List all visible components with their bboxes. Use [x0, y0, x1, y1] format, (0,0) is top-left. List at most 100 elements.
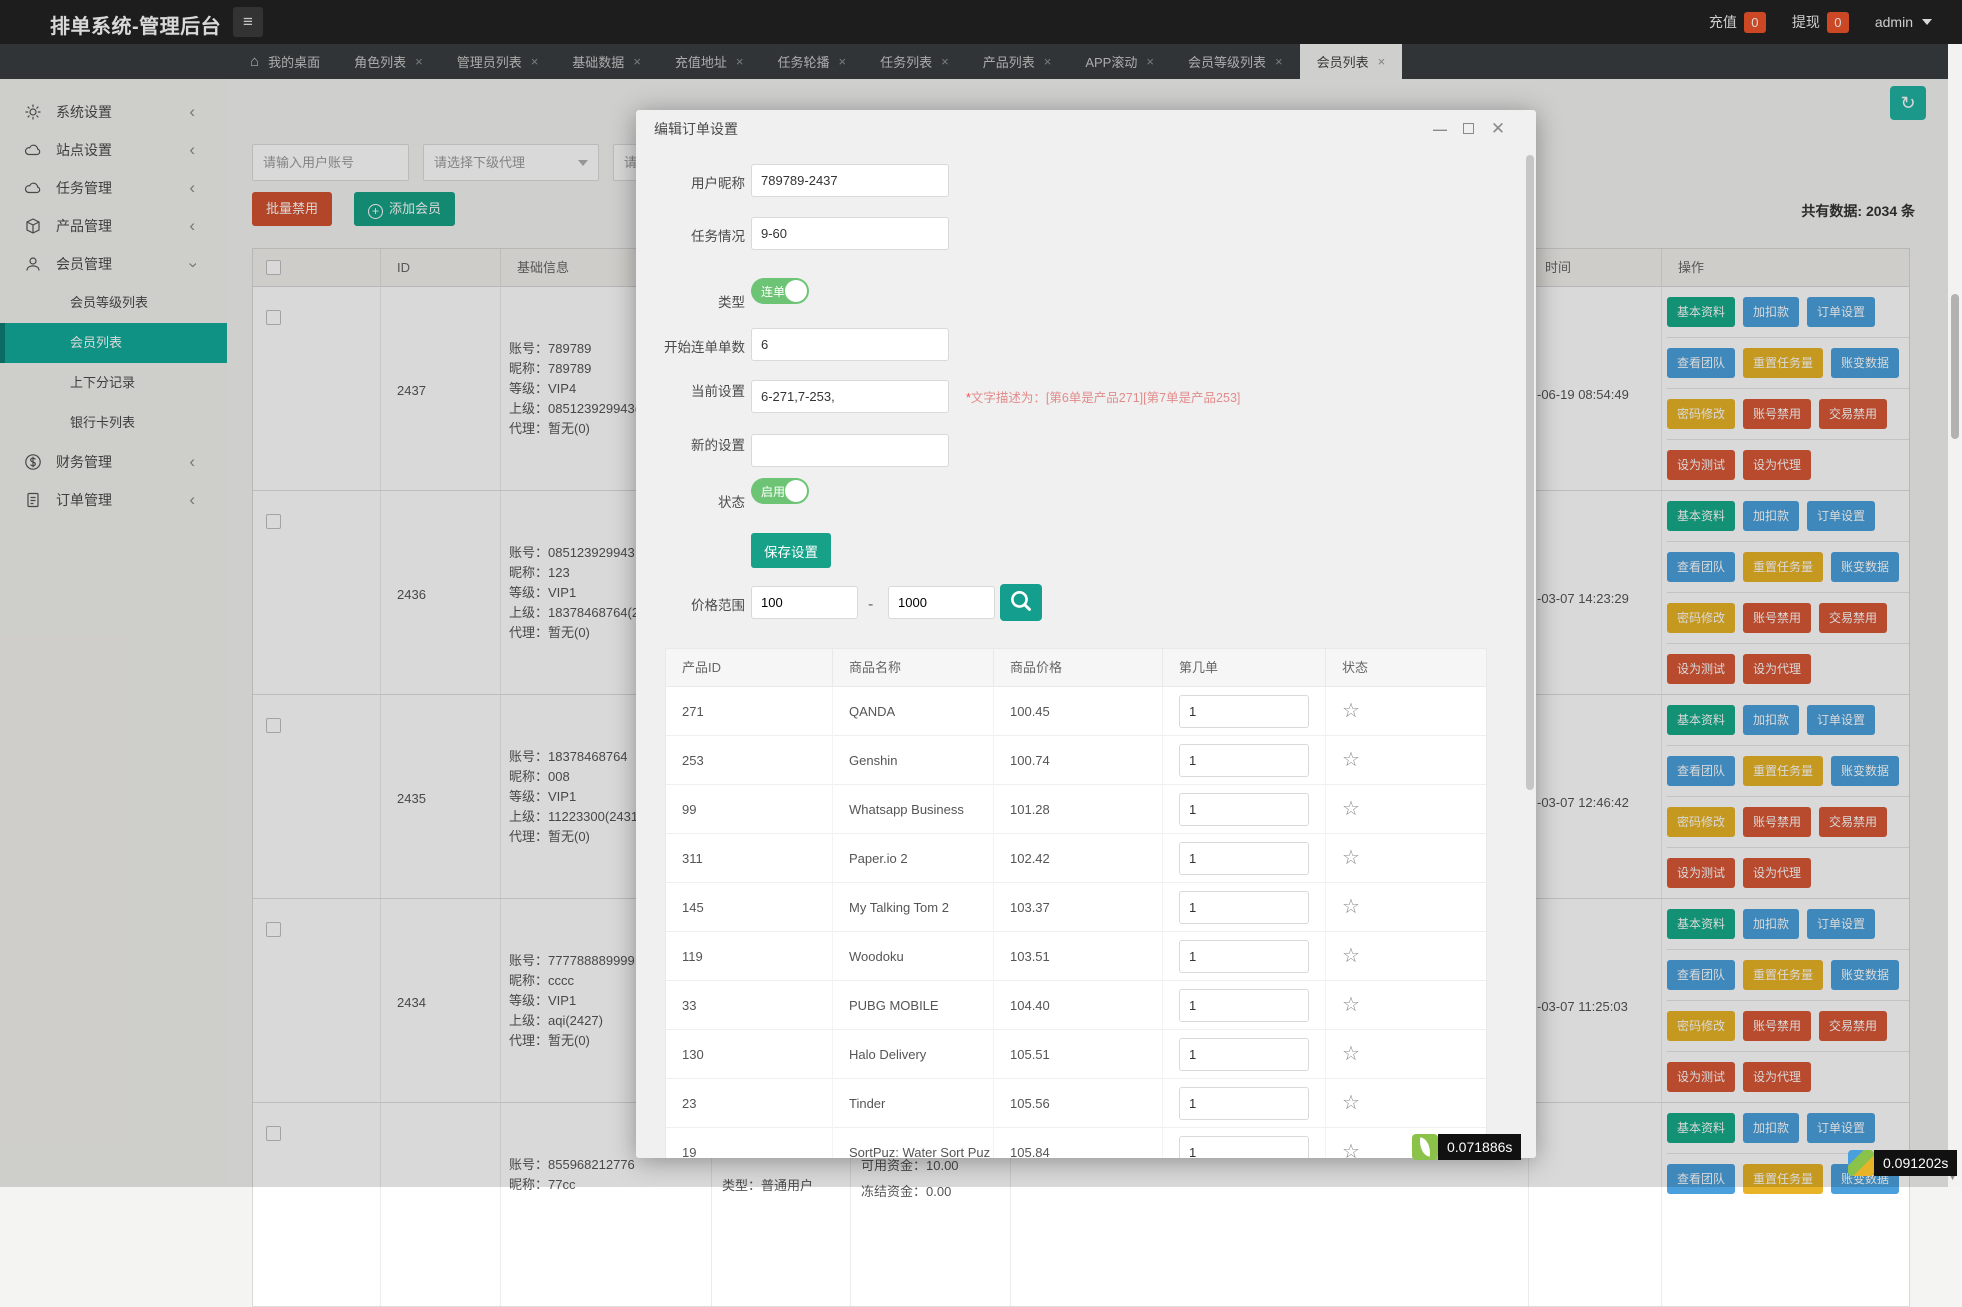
toggle-knob — [785, 280, 807, 302]
star-icon[interactable]: ☆ — [1342, 945, 1360, 967]
product-name: Tinder — [833, 1079, 994, 1129]
order-number-input[interactable] — [1179, 1136, 1309, 1158]
product-id: 145 — [666, 883, 833, 933]
star-icon[interactable]: ☆ — [1342, 798, 1360, 820]
star-icon[interactable]: ☆ — [1342, 1141, 1360, 1158]
order-number-input[interactable] — [1179, 940, 1309, 973]
product-price: 105.56 — [994, 1079, 1163, 1129]
star-icon[interactable]: ☆ — [1342, 1092, 1360, 1114]
task-status-label: 任务情况 — [636, 225, 745, 245]
price-dash: - — [868, 596, 873, 614]
product-id: 271 — [666, 687, 833, 737]
new-setting-label: 新的设置 — [636, 434, 745, 454]
order-number-input[interactable] — [1179, 1087, 1309, 1120]
product-price: 100.74 — [994, 736, 1163, 786]
star-icon[interactable]: ☆ — [1342, 1043, 1360, 1065]
modal-perf-badge: 0.071886s — [1412, 1134, 1521, 1160]
order-number-input[interactable] — [1179, 842, 1309, 875]
order-number-input[interactable] — [1179, 793, 1309, 826]
edit-order-settings-modal: 编辑订单设置 — ✕ 用户昵称 任务情况 类型 连单 开始连单单数 当前设置 *… — [636, 110, 1536, 1158]
task-status-input[interactable] — [751, 217, 949, 250]
new-setting-input[interactable] — [751, 434, 949, 467]
product-column-header: 第几单 — [1163, 649, 1326, 687]
modal-perf-time: 0.071886s — [1438, 1134, 1521, 1160]
leaf-icon — [1412, 1134, 1438, 1160]
product-id: 23 — [666, 1079, 833, 1129]
product-id: 19 — [666, 1128, 833, 1158]
nickname-label: 用户昵称 — [636, 172, 745, 192]
page-perf-badge: 0.091202s — [1848, 1150, 1957, 1176]
price-max-input[interactable] — [888, 586, 995, 619]
product-name: QANDA — [833, 687, 994, 737]
product-id: 253 — [666, 736, 833, 786]
order-number-input[interactable] — [1179, 744, 1309, 777]
type-label: 类型 — [636, 291, 745, 311]
star-icon[interactable]: ☆ — [1342, 994, 1360, 1016]
product-name: Woodoku — [833, 932, 994, 982]
star-icon[interactable]: ☆ — [1342, 700, 1360, 722]
product-name: Paper.io 2 — [833, 834, 994, 884]
product-table-header: 产品ID商品名称商品价格第几单状态 — [666, 649, 1486, 687]
product-column-header: 状态 — [1326, 649, 1488, 687]
modal-title: 编辑订单设置 — [636, 110, 1536, 148]
order-number-input[interactable] — [1179, 989, 1309, 1022]
product-row: 33PUBG MOBILE104.40 ☆ — [666, 981, 1486, 1030]
product-row: 130Halo Delivery105.51 ☆ — [666, 1030, 1486, 1079]
product-id: 130 — [666, 1030, 833, 1080]
product-row: 311Paper.io 2102.42 ☆ — [666, 834, 1486, 883]
start-chain-input[interactable] — [751, 328, 949, 361]
setting-hint: *文字描述为：[第6单是产品271][第7单是产品253] — [966, 387, 1240, 406]
page-perf-time: 0.091202s — [1874, 1150, 1957, 1176]
product-row: 19SortPuz: Water Sort Puz105.84 ☆ — [666, 1128, 1486, 1158]
modal-scrollbar — [1526, 152, 1534, 1150]
product-name: PUBG MOBILE — [833, 981, 994, 1031]
product-price: 100.45 — [994, 687, 1163, 737]
product-id: 311 — [666, 834, 833, 884]
page-scrollbar-thumb[interactable] — [1951, 294, 1959, 439]
price-range-label: 价格范围 — [636, 594, 745, 614]
order-number-input[interactable] — [1179, 695, 1309, 728]
product-price: 105.51 — [994, 1030, 1163, 1080]
order-number-input[interactable] — [1179, 1038, 1309, 1071]
product-column-header: 产品ID — [666, 649, 833, 687]
search-icon — [1000, 584, 1042, 621]
product-price: 103.37 — [994, 883, 1163, 933]
product-column-header: 商品价格 — [994, 649, 1163, 687]
toggle-knob — [785, 480, 807, 502]
product-id: 33 — [666, 981, 833, 1031]
nickname-input[interactable] — [751, 164, 949, 197]
order-number-input[interactable] — [1179, 891, 1309, 924]
product-row: 119Woodoku103.51☆ — [666, 932, 1486, 981]
product-name: SortPuz: Water Sort Puz — [833, 1128, 994, 1158]
performance-icon — [1848, 1150, 1874, 1176]
product-name: My Talking Tom 2 — [833, 883, 994, 933]
product-name: Whatsapp Business — [833, 785, 994, 835]
modal-scrollbar-thumb[interactable] — [1526, 155, 1534, 790]
product-price: 101.28 — [994, 785, 1163, 835]
status-toggle[interactable]: 启用 — [751, 478, 809, 504]
status-label: 状态 — [636, 491, 745, 511]
page-scrollbar — [1948, 44, 1962, 1187]
price-min-input[interactable] — [751, 586, 858, 619]
save-settings-button[interactable]: 保存设置 — [751, 533, 831, 568]
current-setting-label: 当前设置 — [636, 380, 745, 400]
current-setting-input[interactable] — [751, 380, 949, 413]
product-name: Halo Delivery — [833, 1030, 994, 1080]
product-column-header: 商品名称 — [833, 649, 994, 687]
product-row: 271QANDA100.45 ☆ — [666, 687, 1486, 736]
product-price: 103.51 — [994, 932, 1163, 982]
star-icon[interactable]: ☆ — [1342, 749, 1360, 771]
star-icon[interactable]: ☆ — [1342, 896, 1360, 918]
product-row: 145My Talking Tom 2103.37 ☆ — [666, 883, 1486, 932]
price-search-button[interactable] — [1000, 584, 1042, 621]
star-icon[interactable]: ☆ — [1342, 847, 1360, 869]
minimize-icon[interactable]: — — [1432, 121, 1448, 137]
maximize-icon[interactable] — [1460, 121, 1476, 137]
product-price: 105.84 — [994, 1128, 1163, 1158]
product-row: 23Tinder105.56 ☆ — [666, 1079, 1486, 1128]
product-price: 102.42 — [994, 834, 1163, 884]
type-toggle[interactable]: 连单 — [751, 278, 809, 304]
product-price: 104.40 — [994, 981, 1163, 1031]
product-row: 253Genshin100.74☆ — [666, 736, 1486, 785]
close-icon[interactable]: ✕ — [1490, 121, 1506, 137]
